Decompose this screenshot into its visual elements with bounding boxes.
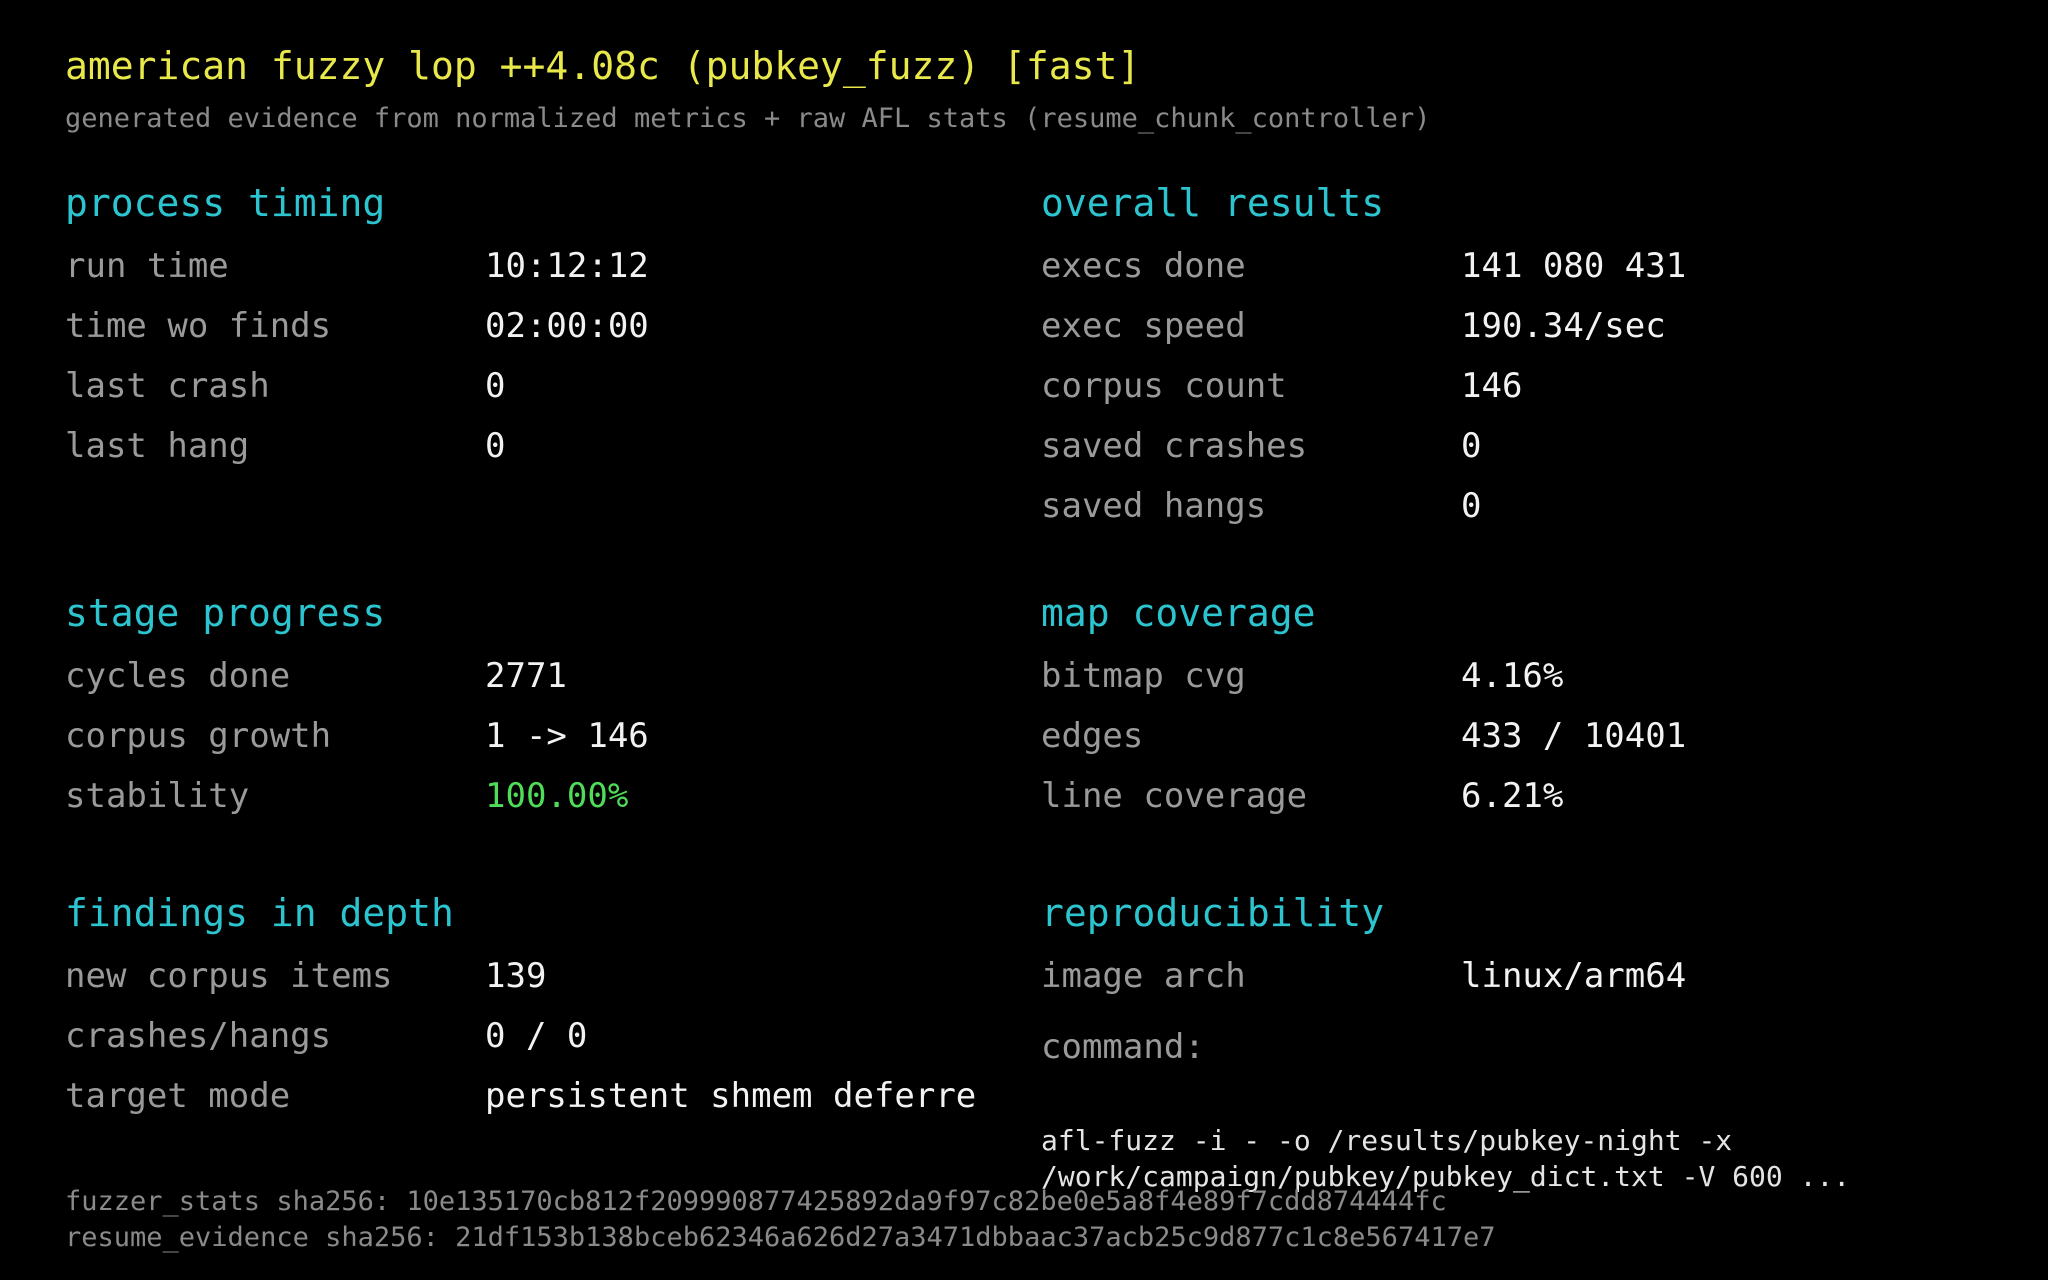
stat-label: time wo finds xyxy=(65,306,332,346)
overall-results-heading: overall results xyxy=(1041,181,1385,225)
stat-row-last-crash: last crash 0 xyxy=(65,356,649,416)
stat-row-new-corpus-items: new corpus items 139 xyxy=(65,946,976,1006)
resume-evidence-sha: resume_evidence sha256: 21df153b138bceb6… xyxy=(65,1222,1496,1253)
stat-value: 2771 xyxy=(485,656,567,696)
stat-row-crashes-hangs: crashes/hangs 0 / 0 xyxy=(65,1006,976,1066)
stat-label: corpus growth xyxy=(65,716,332,756)
stat-value: 1 -> 146 xyxy=(485,716,649,756)
command-line-1: afl-fuzz -i - -o /results/pubkey-night -… xyxy=(1041,1124,1733,1157)
stat-row-line-coverage: line coverage 6.21% xyxy=(1041,766,1686,826)
stat-value: persistent shmem deferre xyxy=(485,1076,977,1116)
stat-label: bitmap cvg xyxy=(1041,656,1246,696)
stat-value: 10:12:12 xyxy=(485,246,649,286)
stat-label: stability xyxy=(65,776,250,816)
stat-label: saved hangs xyxy=(1041,486,1267,526)
map-coverage-heading: map coverage xyxy=(1041,591,1316,635)
map-coverage-panel: map coverage bitmap cvg 4.16% edges 433 … xyxy=(1041,594,1686,826)
stat-value: 146 xyxy=(1461,366,1523,406)
stat-value: 433 / 10401 xyxy=(1461,716,1687,756)
window-title: american fuzzy lop ++4.08c (pubkey_fuzz)… xyxy=(65,44,1141,88)
stat-label: cycles done xyxy=(65,656,291,696)
stat-row-corpus-count: corpus count 146 xyxy=(1041,356,1686,416)
stat-value: 0 xyxy=(1461,426,1482,466)
stat-row-target-mode: target mode persistent shmem deferre xyxy=(65,1066,976,1126)
reproducibility-panel: reproducibility image arch linux/arm64 xyxy=(1041,894,1686,1006)
stat-value: 0 xyxy=(485,366,506,406)
stat-value: 0 xyxy=(485,426,506,466)
fuzzer-stats-sha: fuzzer_stats sha256: 10e135170cb812f2099… xyxy=(65,1186,1447,1217)
stat-value: 141 080 431 xyxy=(1461,246,1687,286)
stat-label: target mode xyxy=(65,1076,291,1116)
process-timing-heading: process timing xyxy=(65,181,386,225)
stat-label: image arch xyxy=(1041,956,1246,996)
process-timing-panel: process timing run time 10:12:12 time wo… xyxy=(65,184,649,476)
stat-label: corpus count xyxy=(1041,366,1287,406)
stage-progress-heading: stage progress xyxy=(65,591,386,635)
stat-row-stability: stability 100.00% xyxy=(65,766,649,826)
stat-label: last crash xyxy=(65,366,270,406)
command-label: command: xyxy=(1041,1027,1205,1067)
stat-row-image-arch: image arch linux/arm64 xyxy=(1041,946,1686,1006)
stat-row-saved-crashes: saved crashes 0 xyxy=(1041,416,1686,476)
stat-value: linux/arm64 xyxy=(1461,956,1687,996)
stat-label: run time xyxy=(65,246,229,286)
stat-label: exec speed xyxy=(1041,306,1246,346)
subtitle: generated evidence from normalized metri… xyxy=(65,103,1431,134)
stat-row-cycles-done: cycles done 2771 xyxy=(65,646,649,706)
stat-value: 0 / 0 xyxy=(485,1016,588,1056)
stat-value: 02:00:00 xyxy=(485,306,649,346)
stage-progress-panel: stage progress cycles done 2771 corpus g… xyxy=(65,594,649,826)
stat-label: last hang xyxy=(65,426,250,466)
stat-value: 139 xyxy=(485,956,547,996)
stat-label: new corpus items xyxy=(65,956,393,996)
stat-value: 190.34/sec xyxy=(1461,306,1666,346)
stat-row-bitmap-cvg: bitmap cvg 4.16% xyxy=(1041,646,1686,706)
stat-row-execs-done: execs done 141 080 431 xyxy=(1041,236,1686,296)
stat-row-run-time: run time 10:12:12 xyxy=(65,236,649,296)
stat-label: line coverage xyxy=(1041,776,1308,816)
stat-row-saved-hangs: saved hangs 0 xyxy=(1041,476,1686,536)
stability-value: 100.00% xyxy=(485,776,629,816)
overall-results-panel: overall results execs done 141 080 431 e… xyxy=(1041,184,1686,536)
stat-row-last-hang: last hang 0 xyxy=(65,416,649,476)
stat-label: saved crashes xyxy=(1041,426,1308,466)
stat-value: 0 xyxy=(1461,486,1482,526)
stat-label: edges xyxy=(1041,716,1144,756)
findings-in-depth-heading: findings in depth xyxy=(65,891,454,935)
findings-in-depth-panel: findings in depth new corpus items 139 c… xyxy=(65,894,976,1126)
reproducibility-heading: reproducibility xyxy=(1041,891,1385,935)
stat-label: crashes/hangs xyxy=(65,1016,332,1056)
stat-value: 4.16% xyxy=(1461,656,1564,696)
stat-row-exec-speed: exec speed 190.34/sec xyxy=(1041,296,1686,356)
stat-row-corpus-growth: corpus growth 1 -> 146 xyxy=(65,706,649,766)
stat-label: execs done xyxy=(1041,246,1246,286)
stat-row-time-wo-finds: time wo finds 02:00:00 xyxy=(65,296,649,356)
stat-value: 6.21% xyxy=(1461,776,1564,816)
stat-row-edges: edges 433 / 10401 xyxy=(1041,706,1686,766)
